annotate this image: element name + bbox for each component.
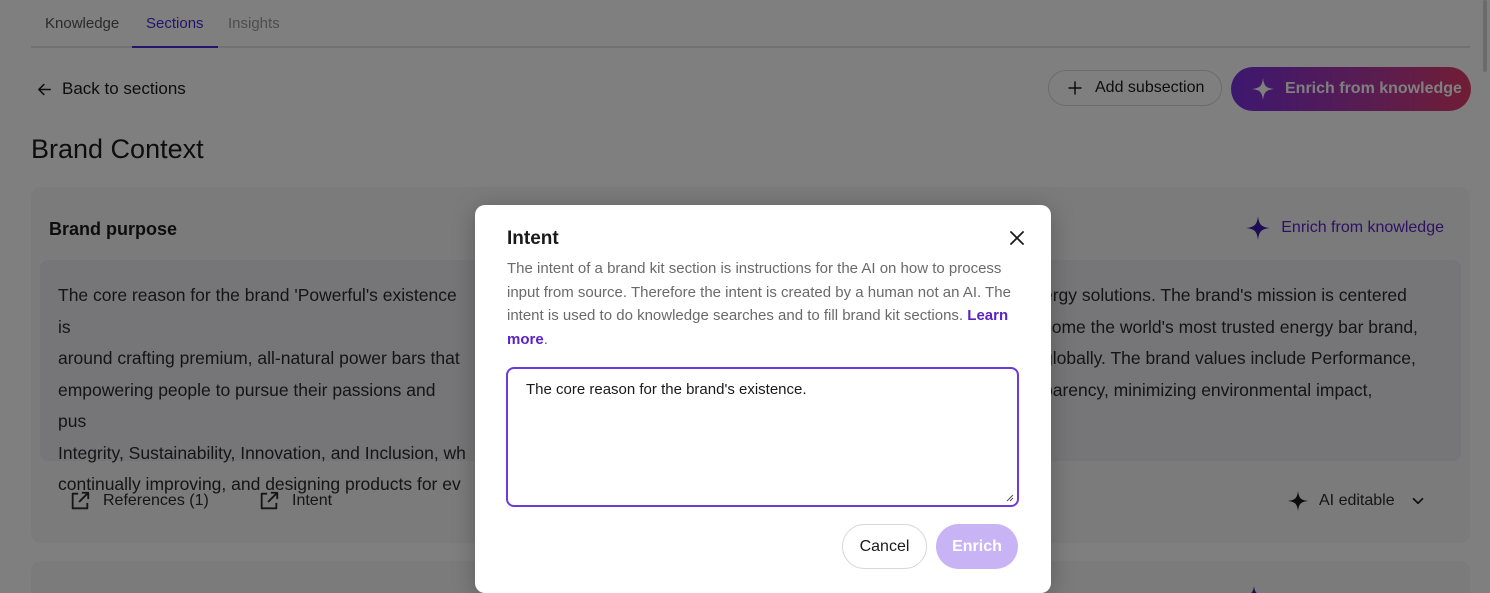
description-text: The intent of a brand kit section is ins… [507,260,1011,324]
intent-textarea[interactable]: The core reason for the brand's existenc… [508,369,1017,505]
dialog-title: Intent [507,228,559,249]
resize-handle-icon[interactable] [1004,492,1014,502]
cancel-button[interactable]: Cancel [842,524,927,569]
intent-textarea-container: The core reason for the brand's existenc… [506,367,1019,507]
dialog-description: The intent of a brand kit section is ins… [507,260,1011,348]
close-button[interactable] [1006,227,1028,249]
enrich-button[interactable]: Enrich [936,524,1018,569]
intent-dialog: Intent The intent of a brand kit section… [475,205,1051,593]
close-icon [1010,231,1024,245]
